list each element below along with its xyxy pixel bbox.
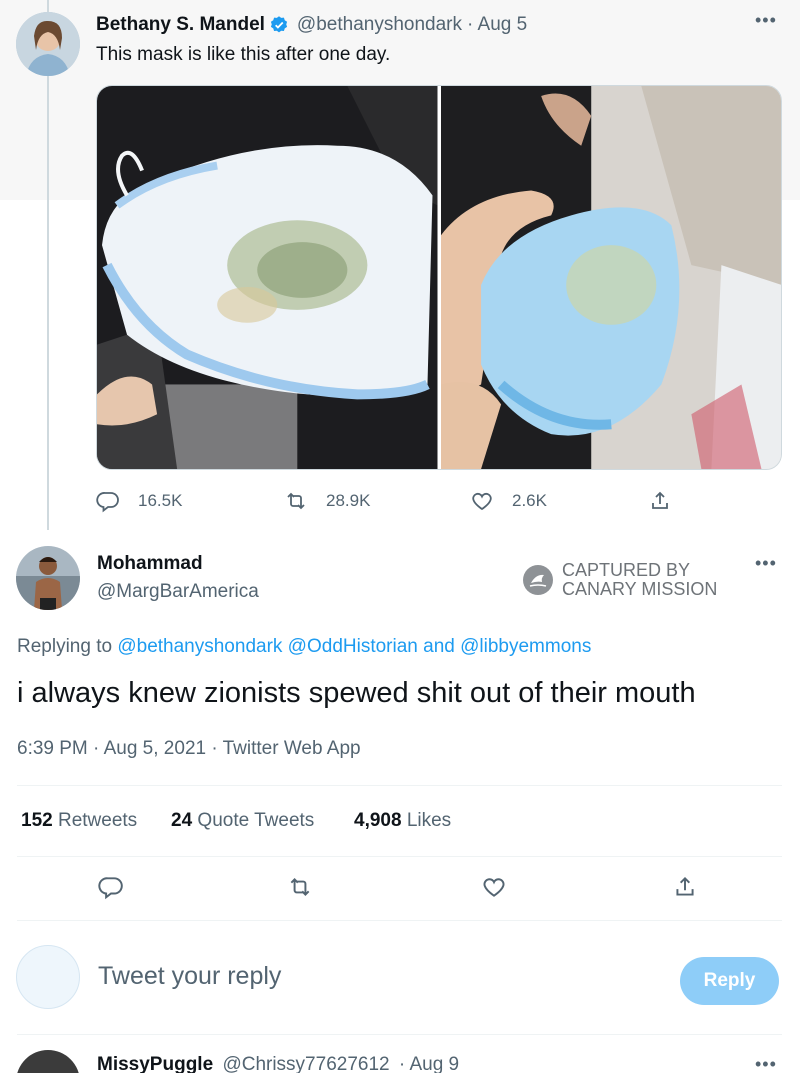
divider-before-next-reply [17, 1034, 782, 1035]
parent-like-count: 2.6K [512, 491, 547, 510]
reply-icon [96, 492, 119, 513]
replying-to-last-mention[interactable]: @libbyemmons [460, 636, 591, 657]
next-reply-time[interactable]: · Aug 9 [399, 1054, 459, 1073]
main-author-handle[interactable]: @MargBarAmerica [97, 581, 259, 603]
main-author-name[interactable]: Mohammad [97, 553, 203, 575]
next-reply-author-name[interactable]: MissyPuggle [97, 1054, 213, 1073]
next-reply-more-icon[interactable]: ••• [755, 1054, 777, 1073]
reply-input[interactable]: Tweet your reply [98, 962, 658, 998]
watermark-line-2: CANARY MISSION [562, 579, 718, 599]
replying-to-and: and [423, 636, 455, 657]
thread-connector-line [47, 0, 49, 530]
share-icon [652, 491, 668, 509]
next-reply-handle[interactable]: @Chrissy77627612 [222, 1054, 389, 1073]
parent-reply-count: 16.5K [138, 491, 183, 510]
parent-author-name[interactable]: Bethany S. Mandel [96, 14, 265, 36]
quote-tweets-label: Quote Tweets [197, 810, 315, 831]
main-tweet-text: i always knew zionists spewed shit out o… [17, 677, 696, 709]
next-reply-avatar[interactable] [16, 1050, 80, 1073]
current-user-avatar[interactable] [16, 945, 80, 1009]
main-retweet-button[interactable] [287, 874, 313, 900]
parent-tweet-text: This mask is like this after one day. [96, 44, 391, 65]
retweets-stat[interactable]: 152 Retweets [21, 810, 137, 832]
retweet-icon [290, 878, 310, 896]
like-icon [483, 878, 505, 897]
replying-to-mentions[interactable]: @bethanyshondark @OddHistorian [117, 636, 418, 657]
main-share-button[interactable] [672, 874, 698, 900]
divider-before-actions [17, 856, 782, 857]
retweets-count: 152 [21, 810, 53, 831]
parent-retweet-action[interactable]: 28.9K [284, 489, 370, 513]
retweet-icon [287, 492, 305, 510]
main-like-button[interactable] [481, 874, 507, 900]
parent-author-avatar[interactable] [16, 12, 80, 76]
retweets-label: Retweets [57, 810, 138, 831]
parent-retweet-count: 28.9K [326, 491, 371, 510]
mask-photo-1[interactable] [97, 86, 438, 469]
verified-badge-icon [269, 15, 289, 35]
quote-tweets-stat[interactable]: 24 Quote Tweets [171, 810, 314, 832]
canary-mission-watermark: CAPTURED BY CANARY MISSION [522, 561, 717, 599]
quote-tweets-count: 24 [171, 810, 193, 831]
main-more-icon[interactable]: ••• [755, 553, 777, 574]
parent-media-grid [96, 85, 782, 470]
divider-before-reply-box [17, 920, 782, 921]
main-tweet-meta[interactable]: 6:39 PM · Aug 5, 2021 · Twitter Web App [17, 738, 361, 760]
replying-to-line: Replying to @bethanyshondark @OddHistori… [17, 636, 591, 658]
parent-like-action[interactable]: 2.6K [470, 489, 547, 513]
reply-button[interactable]: Reply [680, 957, 779, 1005]
reply-icon [98, 877, 123, 900]
reply-input-placeholder: Tweet your reply [98, 962, 282, 990]
parent-author-handle[interactable]: @bethanyshondark [297, 14, 462, 36]
mask-photo-2[interactable] [440, 86, 781, 469]
main-author-avatar[interactable] [16, 546, 80, 610]
parent-reply-action[interactable]: 16.5K [96, 489, 182, 513]
parent-more-icon[interactable]: ••• [755, 10, 777, 31]
likes-count: 4,908 [354, 810, 402, 831]
main-reply-button[interactable] [98, 874, 124, 900]
canary-mission-logo-icon [523, 565, 553, 595]
share-icon [676, 876, 694, 896]
reply-button-label: Reply [703, 970, 756, 991]
divider-before-stats [17, 785, 782, 786]
parent-share-action[interactable] [648, 489, 672, 513]
likes-label: Likes [406, 810, 452, 831]
parent-tweet-time[interactable]: · Aug 5 [467, 14, 527, 36]
replying-to-prefix: Replying to [17, 636, 113, 657]
likes-stat[interactable]: 4,908 Likes [354, 810, 451, 832]
like-icon [472, 492, 492, 511]
watermark-line-1: CAPTURED BY [562, 560, 691, 580]
